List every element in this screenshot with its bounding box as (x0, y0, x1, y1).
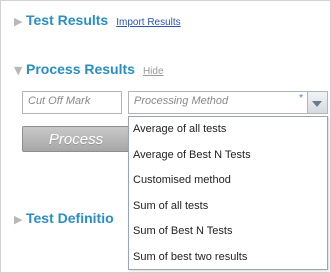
required-marker: * (299, 93, 303, 104)
chevron-down-icon[interactable] (307, 92, 327, 113)
expand-triangle-icon[interactable]: ▶ (14, 15, 26, 28)
test-definitions-header[interactable]: ▶ Test Definitio (14, 210, 114, 226)
processing-method-dropdown: Average of all tests Average of Best N T… (128, 116, 328, 270)
dropdown-option[interactable]: Customised method (129, 168, 327, 194)
test-results-header[interactable]: ▶ Test Results Import Results (14, 12, 181, 28)
test-definitions-title[interactable]: Test Definitio (26, 210, 114, 226)
processing-method-placeholder: Processing Method (134, 95, 229, 107)
dropdown-option[interactable]: Average of Best N Tests (129, 143, 327, 169)
dropdown-option[interactable]: Sum of all tests (129, 194, 327, 220)
process-results-header[interactable]: ▼ Process Results Hide (14, 61, 164, 77)
process-results-title[interactable]: Process Results (26, 61, 135, 77)
import-results-link[interactable]: Import Results (116, 17, 180, 28)
dropdown-option[interactable]: Sum of best two results (129, 245, 327, 271)
cut-off-mark-placeholder: Cut Off Mark (28, 95, 91, 107)
dropdown-option[interactable]: Average of all tests (129, 117, 327, 143)
hide-link[interactable]: Hide (143, 66, 164, 77)
expand-triangle-icon[interactable]: ▶ (14, 213, 26, 226)
process-button[interactable]: Process (22, 126, 130, 152)
test-results-title[interactable]: Test Results (26, 12, 108, 28)
processing-method-select[interactable]: Processing Method * (128, 91, 328, 114)
cut-off-mark-input[interactable]: Cut Off Mark (22, 91, 122, 114)
collapse-triangle-icon[interactable]: ▼ (14, 64, 26, 77)
dropdown-option[interactable]: Sum of Best N Tests (129, 219, 327, 245)
